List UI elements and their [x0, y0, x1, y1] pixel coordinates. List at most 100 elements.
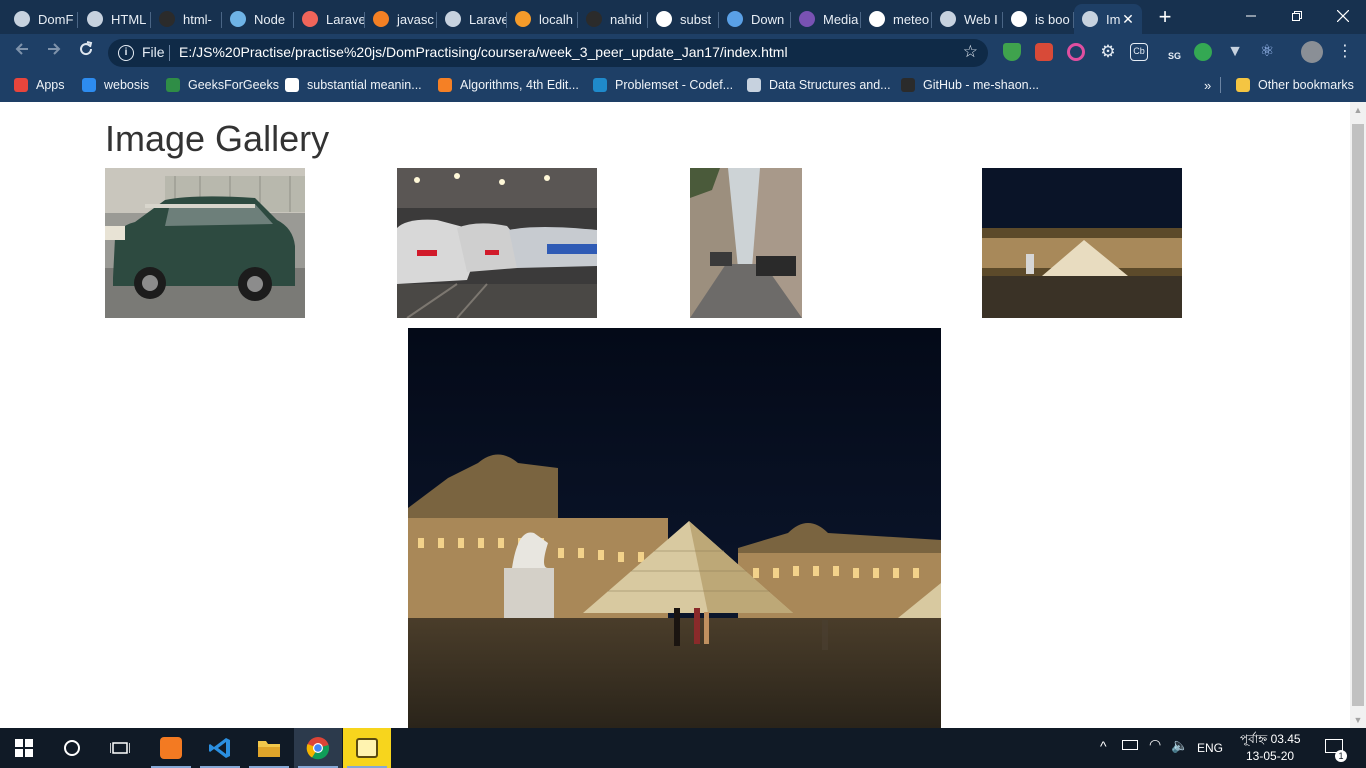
bookmark-0[interactable]: Apps [14, 77, 65, 93]
forward-arrow-icon [48, 43, 61, 55]
tray-expand-icon[interactable]: ^ [1100, 738, 1107, 754]
wifi-icon[interactable]: ◠ [1149, 736, 1161, 753]
search-button[interactable] [48, 728, 96, 768]
github-icon [159, 11, 175, 27]
google-icon [1011, 11, 1027, 27]
close-window-button[interactable] [1320, 0, 1366, 32]
tab-3[interactable]: Node [222, 4, 294, 34]
adblock-shield-icon[interactable] [1003, 43, 1021, 61]
princeton-icon [438, 78, 452, 92]
bookmark-5[interactable]: Problemset - Codef... [593, 77, 733, 93]
tab-1[interactable]: HTML [79, 4, 151, 34]
link-icon [727, 11, 743, 27]
battery-icon[interactable] [1122, 740, 1138, 750]
scroll-down-arrow-icon[interactable]: ▼ [1350, 712, 1366, 728]
tab-11[interactable]: Media [791, 4, 861, 34]
tab-title: meteo [893, 11, 930, 27]
close-icon [1337, 10, 1349, 22]
apps-grid-icon [14, 78, 28, 92]
bookmark-7[interactable]: GitHub - me-shaon... [901, 77, 1039, 93]
other-bookmarks-label: Other bookmarks [1258, 78, 1354, 92]
cb-extension-icon[interactable]: Cb [1130, 43, 1148, 61]
bookmark-6[interactable]: Data Structures and... [747, 77, 891, 93]
tab-13[interactable]: Web I [932, 4, 1003, 34]
thumb-mini-car[interactable] [105, 168, 305, 318]
thumb-street[interactable] [690, 168, 802, 318]
bookmark-label: GeeksForGeeks [188, 78, 280, 92]
globe-icon [14, 11, 30, 27]
clock-time[interactable]: পূর্বাহ্ন 03.45 [1240, 731, 1301, 751]
address-bar[interactable]: i File E:/JS%20Practise/practise%20js/Do… [108, 39, 988, 67]
tab-close-icon[interactable]: ✕ [1120, 11, 1136, 27]
tab-7[interactable]: localh [507, 4, 578, 34]
bookmark-label: GitHub - me-shaon... [923, 78, 1040, 92]
folder-icon [258, 741, 280, 757]
taskbar-vscode[interactable] [196, 728, 244, 768]
clock-date[interactable]: 13-05-20 [1246, 749, 1294, 763]
tab-4[interactable]: Larave [294, 4, 365, 34]
site-info-icon[interactable]: i [118, 45, 134, 61]
tab-10[interactable]: Down [719, 4, 791, 34]
new-tab-button[interactable]: + [1152, 6, 1178, 30]
google-icon [869, 11, 885, 27]
bookmark-3[interactable]: substantial meanin... [285, 77, 422, 93]
vue-devtools-icon[interactable]: ▼ [1226, 43, 1244, 61]
thumb-trains[interactable] [397, 168, 597, 318]
tab-8[interactable]: nahid [578, 4, 648, 34]
tab-title: Media [823, 11, 859, 27]
bookmark-star-icon[interactable]: ☆ [963, 42, 978, 62]
taskbar-file-explorer[interactable] [245, 728, 293, 768]
tab-6[interactable]: Larave [437, 4, 507, 34]
taskbar-chrome[interactable] [294, 728, 342, 768]
translate-extension-icon[interactable] [1194, 43, 1212, 61]
bookmark-extension-icon[interactable] [1035, 43, 1053, 61]
tab-title: nahid [610, 11, 642, 27]
settings-gear-icon[interactable]: ⚙ [1099, 43, 1117, 61]
bookmarks-overflow-button[interactable]: » [1204, 77, 1211, 93]
task-view-button[interactable] [96, 728, 144, 768]
tab-9[interactable]: subst [648, 4, 719, 34]
mini-car-image [105, 168, 305, 318]
github-icon [586, 11, 602, 27]
minimize-button[interactable] [1228, 0, 1274, 32]
tab-0[interactable]: DomF [6, 4, 78, 34]
tab-2[interactable]: html- [151, 4, 222, 34]
forward-button[interactable] [42, 40, 66, 64]
reload-button[interactable] [74, 40, 98, 64]
tab-12[interactable]: meteo [861, 4, 932, 34]
address-scheme-label: File [142, 44, 165, 60]
gfg-icon [166, 78, 180, 92]
tab-title: DomF [38, 11, 74, 27]
other-bookmarks[interactable]: Other bookmarks [1236, 77, 1354, 93]
taskbar-paint-app[interactable] [343, 728, 391, 768]
profile-avatar[interactable] [1301, 41, 1323, 63]
restore-button[interactable] [1274, 0, 1320, 32]
back-button[interactable] [10, 40, 34, 64]
react-devtools-icon[interactable]: ⚛ [1258, 43, 1276, 61]
louvre-thumb-image [982, 168, 1182, 318]
bookmark-label: webosis [104, 78, 150, 92]
page-scrollbar[interactable]: ▲ ▼ [1350, 102, 1366, 728]
globe-icon [87, 11, 103, 27]
thumb-louvre[interactable] [982, 168, 1182, 318]
tab-15[interactable]: Im ✕ [1074, 4, 1142, 34]
bookmark-4[interactable]: Algorithms, 4th Edit... [438, 77, 579, 93]
start-button[interactable] [0, 728, 48, 768]
volume-icon[interactable]: 🔈 [1171, 737, 1188, 754]
bookmark-1[interactable]: webosis [82, 77, 149, 93]
tab-title: javasc [397, 11, 434, 27]
browser-menu-icon[interactable]: ⋮ [1336, 43, 1354, 61]
restore-icon [1292, 11, 1302, 21]
taskbar-xampp[interactable] [147, 728, 195, 768]
color-picker-icon[interactable] [1067, 43, 1085, 61]
bookmark-2[interactable]: GeeksForGeeks [166, 77, 279, 93]
scroll-up-arrow-icon[interactable]: ▲ [1350, 102, 1366, 118]
bookmarks-divider [1220, 77, 1221, 93]
address-url[interactable]: E:/JS%20Practise/practise%20js/DomPracti… [179, 44, 788, 60]
stackoverflow-icon [373, 11, 389, 27]
scrollbar-thumb[interactable] [1352, 124, 1364, 706]
vpn-sg-icon[interactable]: SG [1163, 43, 1181, 61]
language-indicator[interactable]: ENG [1197, 741, 1223, 755]
tab-5[interactable]: javasc [365, 4, 437, 34]
tab-14[interactable]: is boo [1003, 4, 1074, 34]
